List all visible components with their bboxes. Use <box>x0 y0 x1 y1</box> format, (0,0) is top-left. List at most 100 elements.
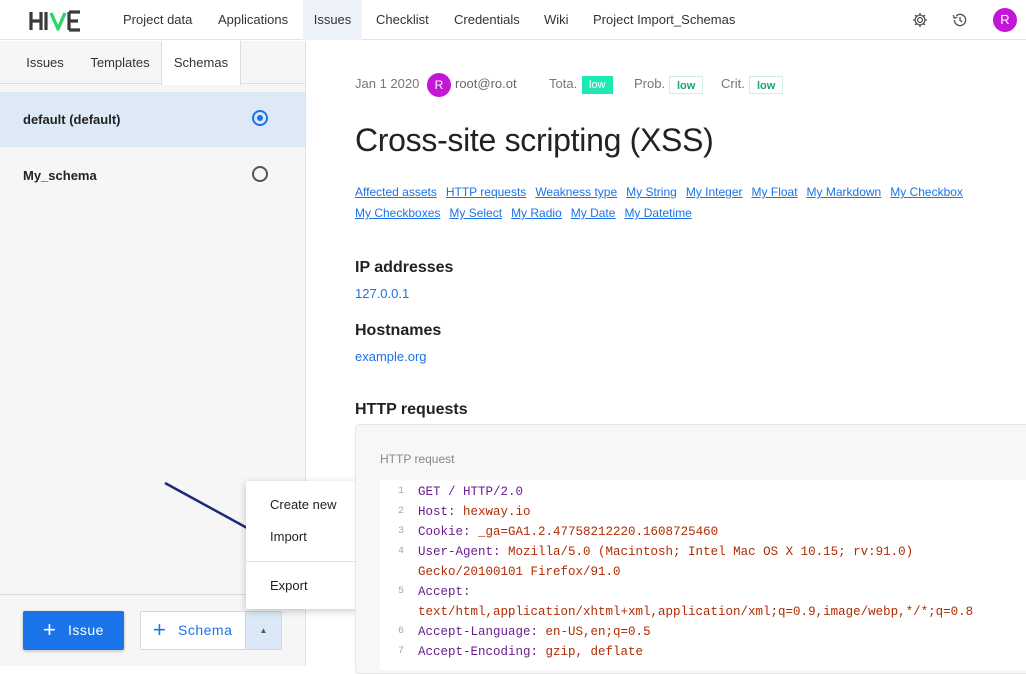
ip-addresses-heading: IP addresses <box>355 259 454 276</box>
code-value: HTTP/2.0 <box>463 485 524 499</box>
nav-credentials[interactable]: Credentials <box>444 0 530 40</box>
code-separator <box>501 545 509 559</box>
field-link[interactable]: My Integer <box>686 185 743 199</box>
hive-logo[interactable] <box>29 10 81 32</box>
field-links: Affected assets HTTP requests Weakness typ… <box>355 182 1015 224</box>
code-line: GET / HTTP/2.0 <box>418 485 523 499</box>
menu-divider <box>246 561 359 562</box>
sidebar-tabs: Issues Templates Schemas <box>0 41 305 85</box>
field-link[interactable]: My String <box>626 185 677 199</box>
code-value: text/html,application/xhtml+xml,applicat… <box>418 605 974 619</box>
code-line-number: 4 <box>397 546 404 557</box>
nav-project-data[interactable]: Project data <box>113 0 202 40</box>
field-link[interactable]: Affected assets <box>355 185 437 199</box>
code-value: en-US,en;q=0.5 <box>545 625 651 639</box>
issue-title: Cross-site scripting (XSS) <box>355 122 714 158</box>
code-key: Accept-Language: <box>418 625 539 639</box>
schema-radio-my-schema[interactable] <box>252 166 268 182</box>
add-schema-label: Schema <box>178 622 233 638</box>
schema-radio-default[interactable] <box>252 110 268 126</box>
add-issue-label: Issue <box>68 622 104 638</box>
code-key: GET <box>418 485 441 499</box>
field-link[interactable]: My Checkboxes <box>355 206 440 220</box>
http-request-label: HTTP request <box>380 452 455 466</box>
code-separator <box>538 625 546 639</box>
schema-item-my-schema[interactable]: My_schema <box>0 148 305 203</box>
menu-export[interactable]: Export <box>270 578 308 593</box>
plus-icon: + <box>43 617 57 642</box>
rating-probability-label: Prob. <box>634 76 666 91</box>
issue-author: root@ro.ot <box>455 76 517 91</box>
code-line: Accept: <box>418 585 471 599</box>
schema-menu-toggle[interactable]: ▲ <box>246 611 282 650</box>
hostname-link[interactable]: example.org <box>355 349 427 364</box>
code-line: Accept-Encoding: gzip, deflate <box>418 645 643 659</box>
history-icon[interactable] <box>951 11 969 29</box>
field-link[interactable]: My Checkbox <box>890 185 963 199</box>
code-value: gzip, deflate <box>545 645 644 659</box>
code-line: text/html,application/xhtml+xml,applicat… <box>418 605 973 619</box>
nav-checklist[interactable]: Checklist <box>366 0 439 40</box>
issue-date: Jan 1 2020 <box>355 76 420 91</box>
schema-item-default[interactable]: default (default) <box>0 92 305 147</box>
field-link[interactable]: My Date <box>571 206 616 220</box>
nav-applications[interactable]: Applications <box>208 0 298 40</box>
code-separator <box>456 505 464 519</box>
code-value: Mozilla/5.0 (Macintosh; Intel Mac OS X 1… <box>508 545 914 559</box>
rating-criticality-label: Crit. <box>721 76 745 91</box>
add-schema-button[interactable]: + Schema <box>140 611 246 650</box>
code-key: User-Agent: <box>418 545 501 559</box>
schema-item-label: default (default) <box>23 112 121 127</box>
field-link[interactable]: My Datetime <box>624 206 691 220</box>
ip-address-link[interactable]: 127.0.0.1 <box>355 286 409 301</box>
rating-criticality-badge: low <box>749 76 784 94</box>
field-link[interactable]: HTTP requests <box>446 185 526 199</box>
code-value: Gecko/20100101 Firefox/91.0 <box>418 565 621 579</box>
http-requests-heading: HTTP requests <box>355 401 468 418</box>
menu-create-new[interactable]: Create new <box>270 497 336 512</box>
tab-schemas[interactable]: Schemas <box>161 41 241 85</box>
tab-templates[interactable]: Templates <box>80 41 160 84</box>
menu-import[interactable]: Import <box>270 529 307 544</box>
code-line-number: 1 <box>397 486 404 497</box>
code-line: Cookie: _ga=GA1.2.47758212220.1608725460 <box>418 525 718 539</box>
code-separator: / <box>440 485 464 499</box>
code-value: hexway.io <box>463 505 531 519</box>
code-key: Host: <box>418 505 456 519</box>
author-avatar: R <box>427 73 451 97</box>
code-key: Accept-Encoding: <box>418 645 539 659</box>
rating-total-label: Tota. <box>549 76 578 91</box>
code-line: User-Agent: Mozilla/5.0 (Macintosh; Inte… <box>418 545 913 559</box>
code-line-number: 5 <box>397 586 404 597</box>
hostnames-heading: Hostnames <box>355 322 442 339</box>
tab-issues[interactable]: Issues <box>10 41 80 84</box>
code-line-number: 3 <box>397 526 404 537</box>
code-line-number: 7 <box>397 646 404 657</box>
http-request-code[interactable]: 1 GET / HTTP/2.0 2 Host: hexway.io 3 Cookie: … <box>380 480 1026 670</box>
nav-project-import-schemas[interactable]: Project Import_Schemas <box>583 0 745 40</box>
add-issue-button[interactable]: + Issue <box>23 611 124 650</box>
schema-dropdown-menu: Create new Import Export <box>246 481 359 609</box>
field-link[interactable]: My Markdown <box>807 185 882 199</box>
gear-icon[interactable] <box>911 11 929 29</box>
code-line: Host: hexway.io <box>418 505 531 519</box>
code-line-number: 6 <box>397 626 404 637</box>
code-value: _ga=GA1.2.47758212220.1608725460 <box>478 525 719 539</box>
caret-up-icon: ▲ <box>259 626 268 635</box>
code-key: Cookie: <box>418 525 471 539</box>
field-link[interactable]: My Radio <box>511 206 562 220</box>
field-link[interactable]: Weakness type <box>535 185 617 199</box>
nav-issues[interactable]: Issues <box>303 0 362 40</box>
field-link[interactable]: My Float <box>752 185 798 199</box>
code-line: Gecko/20100101 Firefox/91.0 <box>418 565 621 579</box>
field-link[interactable]: My Select <box>449 206 502 220</box>
code-line: Accept-Language: en-US,en;q=0.5 <box>418 625 651 639</box>
user-avatar[interactable]: R <box>993 8 1017 32</box>
nav-wiki[interactable]: Wiki <box>534 0 579 40</box>
schema-item-label: My_schema <box>23 168 97 183</box>
top-navbar: Project data Applications Issues Checkli… <box>0 0 1026 40</box>
rating-total-badge: low <box>582 76 613 94</box>
code-key: Accept: <box>418 585 471 599</box>
plus-icon: + <box>153 617 167 642</box>
code-line-number: 2 <box>397 506 404 517</box>
